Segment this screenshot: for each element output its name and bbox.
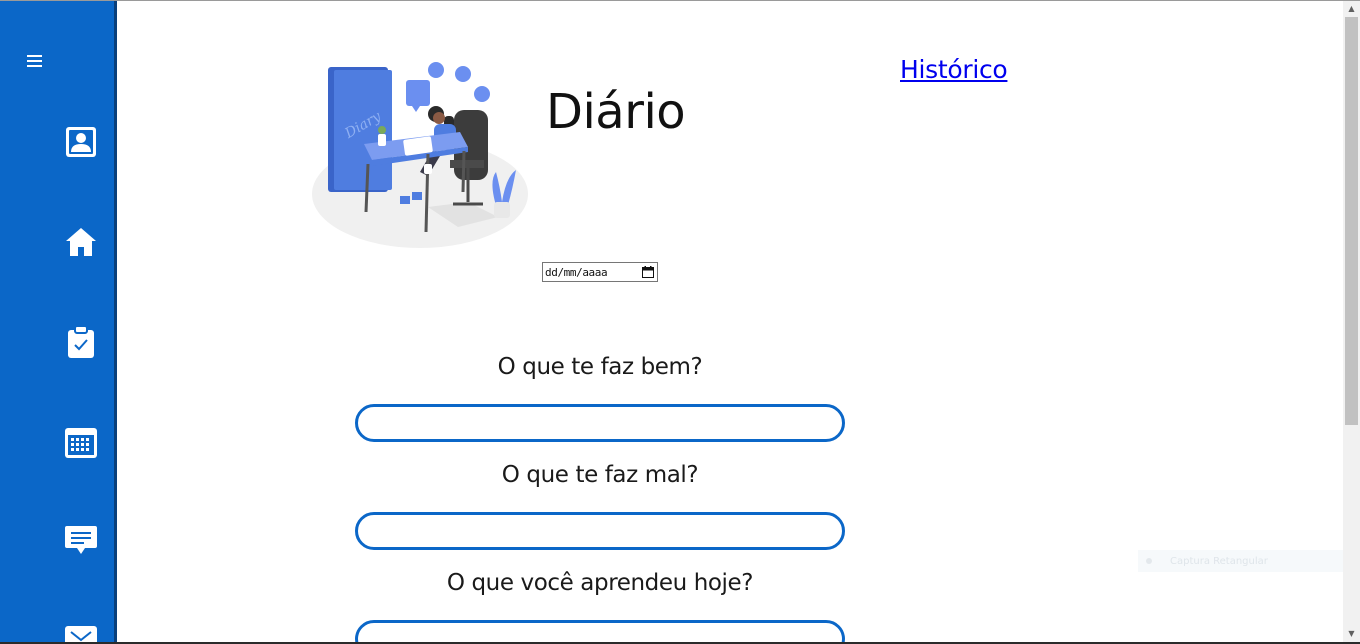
calendar-picker-icon[interactable] xyxy=(642,266,654,278)
sidebar-item-home[interactable] xyxy=(63,224,99,260)
page-title: Diário xyxy=(546,84,686,140)
mail-icon xyxy=(65,626,97,644)
question-label-feel-good: O que te faz bem? xyxy=(497,354,703,380)
capture-toast-text: Captura Retangular xyxy=(1170,555,1268,567)
message-icon xyxy=(65,526,97,554)
date-input[interactable]: dd/mm/aaaa xyxy=(542,262,658,282)
sidebar-item-calendar[interactable] xyxy=(63,424,99,460)
answer-input-learned-today[interactable] xyxy=(355,620,845,644)
question-label-learned-today: O que você aprendeu hoje? xyxy=(446,570,754,596)
sidebar-item-messages[interactable] xyxy=(63,522,99,558)
home-icon xyxy=(66,228,96,256)
capture-toast-icon xyxy=(1146,558,1152,564)
clipboard-check-icon xyxy=(68,325,94,358)
diary-illustration: Diary xyxy=(312,62,528,248)
sidebar-item-profile[interactable] xyxy=(63,124,99,160)
date-input-placeholder: dd/mm/aaaa xyxy=(545,265,608,279)
hamburger-menu-icon[interactable] xyxy=(24,52,48,72)
calendar-icon xyxy=(65,428,97,458)
capture-toast: Captura Retangular xyxy=(1138,550,1354,572)
sidebar-edge xyxy=(114,1,117,642)
question-label-feel-bad: O que te faz mal? xyxy=(501,462,699,488)
sidebar-item-mail[interactable] xyxy=(63,622,99,644)
answer-input-feel-good[interactable] xyxy=(355,404,845,442)
history-link[interactable]: Histórico xyxy=(900,55,1008,84)
answer-input-feel-bad[interactable] xyxy=(355,512,845,550)
scroll-down-arrow-icon[interactable]: ▼ xyxy=(1346,628,1357,639)
window-top-border xyxy=(0,0,1360,1)
scrollbar-thumb[interactable] xyxy=(1345,17,1358,425)
profile-icon xyxy=(66,127,96,157)
scroll-up-arrow-icon[interactable]: ▲ xyxy=(1346,3,1357,14)
sidebar-item-tasks[interactable] xyxy=(63,324,99,360)
